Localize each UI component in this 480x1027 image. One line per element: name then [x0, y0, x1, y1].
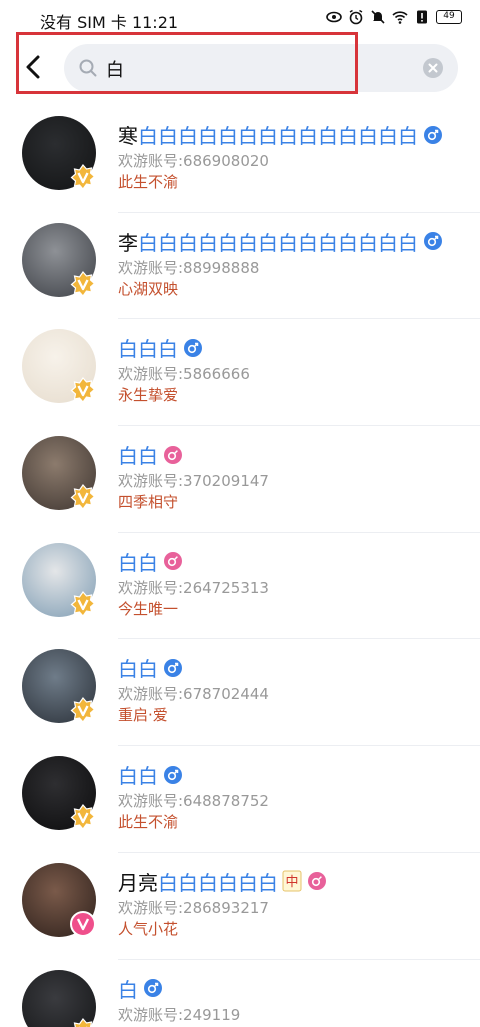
account-id: 欢游账号:264725313 — [118, 578, 269, 597]
male-icon — [164, 658, 182, 677]
user-nickname: 白白 — [118, 547, 182, 576]
relationship-tag: 此生不渝 — [118, 813, 179, 832]
user-nickname: 月亮 白白白白白白中 — [118, 867, 326, 896]
male-icon — [424, 125, 442, 144]
nickname-match-highlight: 白白 — [118, 657, 158, 682]
account-id: 欢游账号:678702444 — [118, 685, 269, 704]
user-nickname: 白白 — [118, 653, 182, 682]
result-row[interactable]: 白白欢游账号:264725313 今生唯一 — [0, 533, 480, 640]
vip-badge-icon — [70, 804, 96, 831]
male-icon — [184, 338, 202, 357]
relationship-tag: 人气小花 — [118, 919, 179, 938]
user-nickname: 李白白白白白白白白白白白白白白 — [118, 227, 442, 256]
nickname-match-highlight: 白 — [118, 977, 138, 1002]
nickname-match-highlight: 白白 — [118, 444, 158, 469]
wifi-icon — [392, 11, 408, 24]
result-row[interactable]: 白欢游账号:249119情城挚送 — [0, 960, 480, 1027]
user-nickname: 白白白 — [118, 333, 202, 362]
male-icon — [144, 979, 162, 997]
result-row[interactable]: 白白欢游账号:648878752 此生不渝 — [0, 746, 480, 853]
user-nickname: 白白 — [118, 440, 182, 469]
nickname-match-highlight: 白白白白白白 — [158, 870, 278, 895]
relationship-tag: 今生唯一 — [118, 599, 179, 618]
male-icon — [424, 232, 442, 251]
male-icon — [164, 765, 182, 784]
nickname-match-highlight: 白白白白白白白白白白白白白白 — [138, 124, 418, 148]
clear-icon[interactable] — [422, 57, 444, 79]
account-id: 欢游账号:88998888 — [118, 258, 260, 277]
vip-badge-icon — [70, 910, 96, 937]
eye-icon — [326, 11, 342, 23]
result-row[interactable]: 白白欢游账号:678702444 重启·爱 — [0, 639, 480, 747]
relationship-tag: 心湖双映 — [118, 279, 179, 298]
back-button[interactable] — [20, 52, 46, 82]
battery-icon: 49 — [436, 10, 462, 24]
female-icon — [308, 872, 326, 891]
result-row[interactable]: 李白白白白白白白白白白白白白白欢游账号:88998888 心湖双映 — [0, 213, 480, 320]
female-icon — [164, 445, 182, 464]
nickname-match-highlight: 白白 — [118, 550, 158, 575]
nickname-match-highlight: 白白 — [118, 764, 158, 789]
search-results-list: 寒白白白白白白白白白白白白白白 欢游账号:686908020 此生不渝李白白白白白白… — [0, 106, 480, 1027]
result-row[interactable]: 月亮 白白白白白白中欢游账号:286893217 人气小花 — [0, 853, 480, 960]
nickname-match-highlight: 白白白白白白白白白白白白白白 — [138, 230, 418, 255]
account-id: 欢游账号:648878752 — [118, 792, 269, 811]
vip-badge-icon — [70, 377, 96, 404]
account-id: 欢游账号:5866666 — [118, 365, 250, 384]
vip-badge-icon — [70, 590, 96, 617]
nickname-prefix: 李 — [118, 230, 138, 255]
vip-badge-icon — [70, 270, 96, 297]
result-row[interactable]: 白白白欢游账号:5866666 永生挚爱 — [0, 319, 480, 427]
relationship-tag: 此生不渝 — [118, 173, 179, 191]
result-row[interactable]: 寒白白白白白白白白白白白白白白欢游账号:686908020 此生不渝 — [0, 106, 480, 213]
user-nickname: 寒白白白白白白白白白白白白白白 — [118, 120, 442, 149]
carrier-time: 没有 SIM 卡 11:21 — [40, 13, 179, 32]
account-id: 欢游账号:249119 — [118, 1005, 241, 1024]
mahjong-tile-icon: 中 — [282, 870, 302, 892]
relationship-tag: 四季相守 — [118, 493, 179, 512]
account-id: 欢游账号:370209147 — [118, 472, 269, 491]
svg-text:中: 中 — [285, 875, 298, 890]
search-input[interactable]: 白 — [106, 56, 124, 82]
vip-badge-icon — [70, 484, 96, 511]
account-id: 欢游账号:286893217 — [118, 898, 269, 917]
relationship-tag: 永生挚爱 — [118, 386, 179, 405]
search-icon — [79, 59, 97, 77]
search-field[interactable]: 白 — [64, 44, 458, 92]
nickname-prefix: 月亮 — [118, 870, 158, 895]
vip-badge-icon — [73, 1017, 93, 1027]
nickname-match-highlight: 白白白 — [118, 337, 178, 362]
alert-icon — [417, 10, 427, 24]
account-id: 欢游账号:686908020 — [118, 152, 269, 170]
result-row[interactable]: 白白欢游账号:370209147 四季相守 — [0, 426, 480, 533]
female-icon — [164, 552, 182, 571]
status-icons: 49 — [326, 9, 462, 25]
user-nickname: 白 — [118, 974, 162, 1003]
mute-bell-icon — [371, 10, 385, 24]
vip-badge-icon — [70, 164, 96, 190]
vip-badge-icon — [70, 697, 96, 724]
user-nickname: 白白 — [118, 760, 182, 789]
relationship-tag: 重启·爱 — [118, 706, 168, 725]
status-bar: 没有 SIM 卡 11:21 49 — [0, 0, 480, 34]
alarm-icon — [349, 9, 363, 25]
nickname-prefix: 寒 — [118, 124, 138, 148]
